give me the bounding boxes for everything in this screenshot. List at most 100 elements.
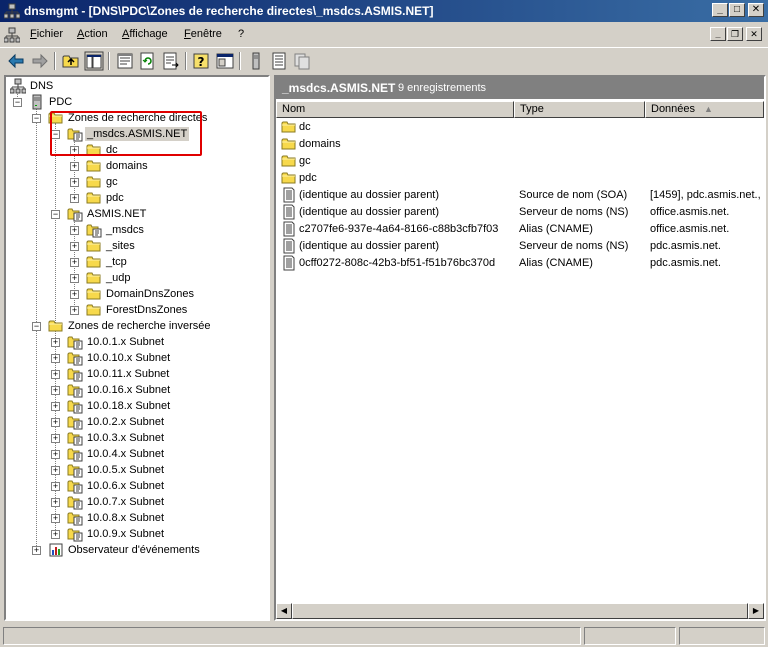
- mdi-minimize-button[interactable]: _: [710, 27, 726, 41]
- record-icon[interactable]: [269, 51, 289, 71]
- tree-node-label: 10.0.9.x Subnet: [87, 528, 165, 540]
- expand-toggle[interactable]: +: [70, 162, 79, 171]
- expand-toggle[interactable]: +: [51, 530, 60, 539]
- horizontal-scrollbar[interactable]: ◀ ▶: [276, 603, 764, 619]
- show-hide-tree-icon[interactable]: [84, 51, 104, 71]
- tree-node-label: _sites: [106, 240, 135, 252]
- folder-icon: [48, 318, 64, 334]
- menu-help[interactable]: ?: [238, 28, 244, 40]
- status-panel-main: [3, 627, 581, 645]
- record-name: pdc: [299, 172, 317, 184]
- help-icon[interactable]: ?: [192, 51, 212, 71]
- zone-icon: [67, 414, 83, 430]
- collapse-toggle[interactable]: −: [13, 98, 22, 107]
- dns-menu-icon[interactable]: [4, 27, 20, 43]
- minimize-button[interactable]: _: [712, 3, 728, 17]
- tree-node-label: 10.0.3.x Subnet: [87, 432, 165, 444]
- tree-pane[interactable]: DNS − PDC − Zones de recherche directes …: [4, 75, 270, 621]
- maximize-button[interactable]: □: [729, 3, 745, 17]
- expand-toggle[interactable]: +: [70, 242, 79, 251]
- menu-fenetre[interactable]: Fenêtre: [184, 28, 222, 40]
- status-panel-tertiary: [679, 627, 765, 645]
- expand-toggle[interactable]: +: [51, 338, 60, 347]
- back-arrow-icon[interactable]: [6, 51, 26, 71]
- expand-toggle[interactable]: +: [51, 434, 60, 443]
- expand-toggle[interactable]: +: [70, 194, 79, 203]
- folder-icon: [86, 270, 102, 286]
- console-pane-icon[interactable]: [215, 51, 235, 71]
- list-item[interactable]: dc: [276, 119, 764, 136]
- expand-toggle[interactable]: +: [70, 178, 79, 187]
- properties-icon[interactable]: [115, 51, 135, 71]
- zone-icon: [67, 382, 83, 398]
- expand-toggle[interactable]: +: [70, 306, 79, 315]
- menu-fichier[interactable]: Fichier: [30, 28, 63, 40]
- scroll-left-icon[interactable]: ◀: [276, 603, 292, 619]
- tree-node-label: domains: [106, 160, 148, 172]
- tree-node-label: 10.0.2.x Subnet: [87, 416, 165, 428]
- expand-toggle[interactable]: +: [70, 258, 79, 267]
- zone-icon: [67, 206, 83, 222]
- scrollbar-thumb[interactable]: [292, 603, 748, 619]
- tree-node-label: ForestDnsZones: [106, 304, 188, 316]
- list-item[interactable]: c2707fe6-937e-4a64-8166-c88b3cfb7f03 Ali…: [276, 221, 764, 238]
- expand-toggle[interactable]: +: [51, 466, 60, 475]
- scroll-right-icon[interactable]: ▶: [748, 603, 764, 619]
- server-icon: [29, 94, 45, 110]
- menu-affichage[interactable]: Affichage: [122, 28, 168, 40]
- menu-action[interactable]: Action: [77, 28, 108, 40]
- expand-toggle[interactable]: +: [51, 450, 60, 459]
- record-type: Source de nom (SOA): [519, 189, 628, 201]
- tree-node-label: 10.0.4.x Subnet: [87, 448, 165, 460]
- expand-toggle[interactable]: +: [70, 290, 79, 299]
- collapse-toggle[interactable]: −: [32, 322, 41, 331]
- expand-toggle[interactable]: +: [51, 402, 60, 411]
- expand-toggle[interactable]: +: [51, 418, 60, 427]
- folder-icon: [86, 302, 102, 318]
- list-item[interactable]: 0cff0272-808c-42b3-bf51-f51b76bc370d Ali…: [276, 255, 764, 272]
- expand-toggle[interactable]: +: [51, 498, 60, 507]
- record-data: office.asmis.net.: [650, 206, 730, 218]
- refresh-icon[interactable]: [138, 51, 158, 71]
- list-item[interactable]: (identique au dossier parent) Serveur de…: [276, 238, 764, 255]
- tree-node-label: pdc: [106, 192, 124, 204]
- list-item[interactable]: pdc: [276, 170, 764, 187]
- close-button[interactable]: ✕: [748, 3, 764, 17]
- column-header-name[interactable]: Nom: [276, 101, 514, 118]
- expand-toggle[interactable]: +: [51, 354, 60, 363]
- dns-app-icon: [4, 3, 20, 19]
- list-item[interactable]: gc: [276, 153, 764, 170]
- column-header-type[interactable]: Type: [514, 101, 645, 118]
- list-item[interactable]: (identique au dossier parent) Serveur de…: [276, 204, 764, 221]
- mdi-restore-button[interactable]: ❐: [727, 27, 743, 41]
- column-header-data[interactable]: Données ▲: [645, 101, 764, 118]
- forward-arrow-icon[interactable]: [30, 51, 50, 71]
- collapse-toggle[interactable]: −: [32, 114, 41, 123]
- collapse-toggle[interactable]: −: [51, 210, 60, 219]
- copy-icon[interactable]: [292, 51, 312, 71]
- expand-toggle[interactable]: +: [51, 370, 60, 379]
- server-icon[interactable]: [246, 51, 266, 71]
- expand-toggle[interactable]: +: [70, 226, 79, 235]
- expand-toggle[interactable]: +: [70, 274, 79, 283]
- list-pane[interactable]: _msdcs.ASMIS.NET 9 enregistrements Nom T…: [274, 75, 766, 621]
- expand-toggle[interactable]: +: [51, 482, 60, 491]
- title-bar[interactable]: dnsmgmt - [DNS\PDC\Zones de recherche di…: [0, 0, 768, 22]
- zone-icon: [67, 398, 83, 414]
- export-list-icon[interactable]: [161, 51, 181, 71]
- tree-node-label: 10.0.6.x Subnet: [87, 480, 165, 492]
- up-folder-icon[interactable]: [61, 51, 81, 71]
- menu-bar: Fichier Action Affichage Fenêtre ?: [0, 24, 768, 46]
- expand-toggle[interactable]: +: [51, 386, 60, 395]
- expand-toggle[interactable]: +: [51, 514, 60, 523]
- record-name: c2707fe6-937e-4a64-8166-c88b3cfb7f03: [299, 223, 499, 235]
- record-data: pdc.asmis.net.: [650, 240, 721, 252]
- folder-icon: [86, 238, 102, 254]
- zone-icon: [86, 222, 102, 238]
- record-type: Serveur de noms (NS): [519, 206, 629, 218]
- mdi-close-button[interactable]: ✕: [746, 27, 762, 41]
- expand-toggle[interactable]: +: [32, 546, 41, 555]
- record-count: 9 enregistrements: [398, 82, 487, 94]
- list-item[interactable]: domains: [276, 136, 764, 153]
- list-item[interactable]: (identique au dossier parent) Source de …: [276, 187, 764, 204]
